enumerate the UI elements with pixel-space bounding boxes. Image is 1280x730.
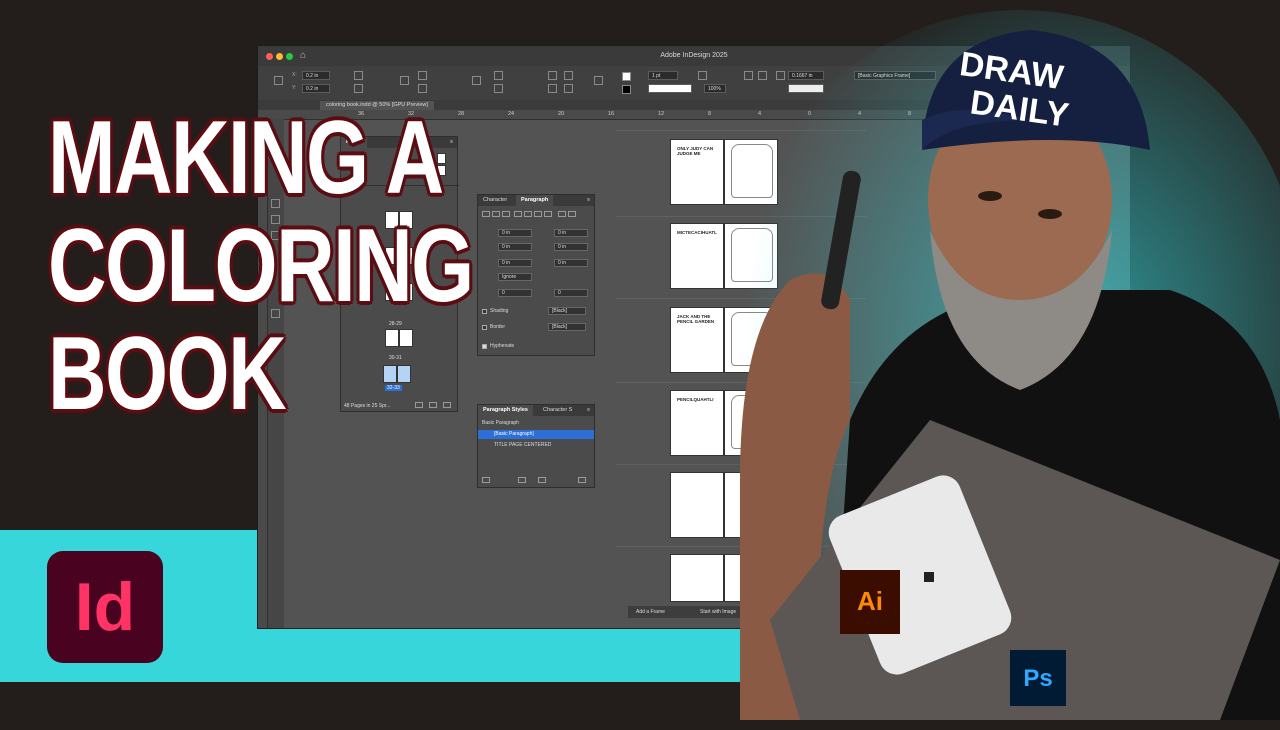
rotate-cw-icon[interactable]: [548, 71, 557, 80]
shading-checkbox[interactable]: [482, 309, 487, 314]
tab-paragraph[interactable]: Paragraph: [516, 195, 554, 206]
width-icon[interactable]: [354, 71, 363, 80]
indesign-logo: Id: [47, 551, 163, 663]
rotate-icon[interactable]: [494, 71, 503, 80]
stroke-type-select[interactable]: [648, 84, 692, 93]
align-center-icon[interactable]: [492, 211, 500, 217]
align-to-grid-select[interactable]: Ignore: [498, 273, 532, 281]
tab-character-styles[interactable]: Character S: [538, 405, 577, 416]
shading-swatch[interactable]: [Black]: [548, 307, 586, 315]
y-label: Y:: [292, 85, 297, 91]
border-checkbox[interactable]: [482, 325, 487, 330]
flip-v-icon[interactable]: [564, 84, 573, 93]
stroke-swatch-icon[interactable]: [622, 85, 631, 94]
paragraph-panel: Character Paragraph ≡ 0 in 0 in 0 in 0 i…: [477, 194, 595, 356]
shear-icon[interactable]: [494, 84, 503, 93]
tab-character[interactable]: Character: [478, 195, 512, 206]
pages-count: 48 Pages in 25 Spr...: [344, 403, 391, 409]
fill-swatch-icon[interactable]: [622, 72, 631, 81]
photoshop-sticker-text: Ps: [1023, 665, 1052, 692]
justify-right-icon[interactable]: [534, 211, 542, 217]
x-label: X:: [292, 72, 297, 78]
y-field[interactable]: 0.2 in: [302, 84, 330, 93]
paragraph-panel-header: Character Paragraph ≡: [478, 195, 594, 206]
delete-style-icon[interactable]: [578, 477, 586, 483]
home-icon[interactable]: ⌂: [300, 50, 306, 62]
space-after-field[interactable]: 0 in: [554, 259, 588, 267]
ruler-tick-label: 28: [458, 111, 465, 117]
align-right-icon[interactable]: [502, 211, 510, 217]
spread-label-selected: 32-33: [385, 385, 402, 391]
rotate-ccw-icon[interactable]: [564, 71, 573, 80]
presenter-photo: DRAW DAILY Ai Ps: [740, 30, 1280, 720]
close-window-button[interactable]: [266, 53, 273, 60]
select-container-icon[interactable]: [594, 76, 603, 85]
justify-all-icon[interactable]: [544, 211, 552, 217]
spread-thumb-right[interactable]: [399, 329, 413, 347]
panel-menu-icon[interactable]: ≡: [587, 195, 590, 206]
reference-point-icon[interactable]: [274, 76, 283, 85]
tab-paragraph-styles[interactable]: Paragraph Styles: [478, 405, 533, 416]
paragraph-styles-panel: Paragraph Styles Character S ≡ Basic Par…: [477, 404, 595, 488]
first-line-indent-field[interactable]: 0 in: [498, 243, 532, 251]
lock-icon[interactable]: [472, 76, 481, 85]
title-line: COLORING: [48, 208, 474, 324]
eye-shape: [1038, 209, 1062, 219]
current-style-label: Basic Paragraph: [482, 420, 519, 426]
drop-cap-lines-field[interactable]: 0: [498, 289, 532, 297]
flip-h-icon[interactable]: [548, 84, 557, 93]
illustrator-sticker-text: Ai: [857, 586, 883, 616]
height-icon[interactable]: [354, 84, 363, 93]
spread-thumb-selected[interactable]: [397, 365, 411, 383]
style-name[interactable]: TITLE PAGE CENTERED: [494, 442, 551, 448]
windows-logo-icon: [924, 572, 934, 582]
style-options-icon[interactable]: [482, 477, 490, 483]
last-line-indent-field[interactable]: 0 in: [554, 243, 588, 251]
justify-center-icon[interactable]: [524, 211, 532, 217]
spread-thumb-selected[interactable]: [383, 365, 397, 383]
right-indent-field[interactable]: 0 in: [554, 229, 588, 237]
panel-menu-icon[interactable]: ≡: [450, 137, 453, 148]
style-name: [Basic Paragraph]: [494, 431, 534, 437]
x-field[interactable]: 0.2 in: [302, 71, 330, 80]
space-before-field[interactable]: 0 in: [498, 259, 532, 267]
border-swatch[interactable]: [Black]: [548, 323, 586, 331]
minimize-window-button[interactable]: [276, 53, 283, 60]
page-size-icon[interactable]: [415, 402, 423, 408]
stroke-weight-field[interactable]: 1 pt: [648, 71, 678, 80]
align-spine-icon[interactable]: [558, 211, 566, 217]
spread-thumb-left[interactable]: [385, 329, 399, 347]
panel-menu-icon[interactable]: ≡: [587, 405, 590, 416]
paragraph-styles-header: Paragraph Styles Character S ≡: [478, 405, 594, 416]
hyphenate-checkbox[interactable]: [482, 344, 487, 349]
ruler-tick-label: 20: [558, 111, 565, 117]
scale-y-icon[interactable]: [418, 84, 427, 93]
title-line: BOOK: [48, 316, 287, 432]
left-indent-field[interactable]: 0 in: [498, 229, 532, 237]
eye-shape: [978, 191, 1002, 201]
hyphenate-label: Hyphenate: [490, 343, 515, 349]
stylus-shape: [821, 170, 861, 310]
ruler-tick-label: 16: [608, 111, 615, 117]
shading-label: Shading: [490, 308, 509, 314]
ruler-tick-label: 12: [658, 111, 665, 117]
scale-x-icon[interactable]: [418, 71, 427, 80]
border-label: Border: [490, 324, 506, 330]
delete-page-icon[interactable]: [443, 402, 451, 408]
new-page-icon[interactable]: [429, 402, 437, 408]
ruler-tick-label: 24: [508, 111, 515, 117]
style-row-selected[interactable]: [Basic Paragraph]: [478, 430, 594, 439]
folder-icon[interactable]: [518, 477, 526, 483]
justify-left-icon[interactable]: [514, 211, 522, 217]
title-line: MAKING A: [48, 100, 444, 216]
constrain-icon[interactable]: [400, 76, 409, 85]
spread-label: 30-31: [389, 355, 402, 361]
align-left-icon[interactable]: [482, 211, 490, 217]
add-frame-button[interactable]: Add a Frame: [636, 606, 665, 618]
maximize-window-button[interactable]: [286, 53, 293, 60]
align-away-spine-icon[interactable]: [568, 211, 576, 217]
drop-cap-chars-field[interactable]: 0: [554, 289, 588, 297]
new-style-icon[interactable]: [538, 477, 546, 483]
